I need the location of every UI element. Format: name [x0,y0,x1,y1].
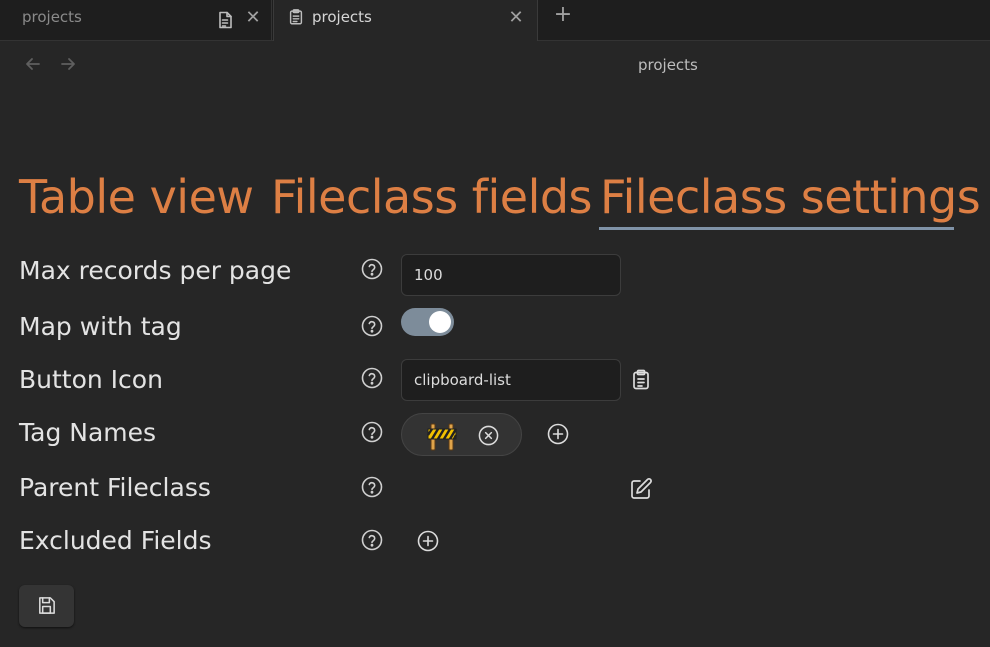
help-icon[interactable] [361,421,383,443]
tab-bar: projects ✕ projects ✕ + [0,0,990,41]
toggle-knob [429,311,451,333]
max-records-input[interactable]: 100 [401,254,621,296]
save-icon [36,595,57,616]
section-tab-fileclass-fields[interactable]: Fileclass fields [271,170,593,224]
back-arrow-icon[interactable] [23,54,43,74]
close-icon[interactable]: ✕ [244,9,262,27]
add-tag-icon[interactable] [547,423,571,447]
help-icon[interactable] [361,258,383,280]
close-icon[interactable]: ✕ [507,9,525,27]
tab-projects-active[interactable]: projects ✕ [273,0,538,41]
max-records-label: Max records per page [19,256,292,285]
file-text-icon [215,10,235,30]
help-icon[interactable] [361,529,383,551]
view-title: projects [638,56,698,74]
new-tab-plus-icon[interactable]: + [552,4,574,26]
tab-projects-inactive[interactable]: projects ✕ [0,0,272,40]
button-icon-label: Button Icon [19,365,163,394]
tag-names-label: Tag Names [19,418,157,447]
section-tab-fileclass-settings[interactable]: Fileclass settings [600,170,981,224]
button-icon-input[interactable]: clipboard-list [401,359,621,401]
tab-label: projects [22,8,82,26]
construction-icon [426,420,458,452]
parent-fileclass-label: Parent Fileclass [19,473,211,502]
help-icon[interactable] [361,476,383,498]
excluded-fields-label: Excluded Fields [19,526,212,555]
map-with-tag-toggle[interactable] [401,308,454,336]
section-tab-table-view[interactable]: Table view [19,170,254,224]
tab-label: projects [312,8,372,26]
clipboard-list-icon [287,8,307,28]
help-icon[interactable] [361,367,383,389]
active-section-underline [599,227,954,230]
remove-tag-icon[interactable] [478,425,499,446]
help-icon[interactable] [361,315,383,337]
edit-icon[interactable] [629,477,653,501]
map-with-tag-label: Map with tag [19,312,182,341]
add-excluded-field-icon[interactable] [417,530,441,554]
forward-arrow-icon[interactable] [58,54,78,74]
tag-chip [401,413,522,456]
clipboard-list-icon [629,368,653,392]
save-button[interactable] [19,585,74,627]
